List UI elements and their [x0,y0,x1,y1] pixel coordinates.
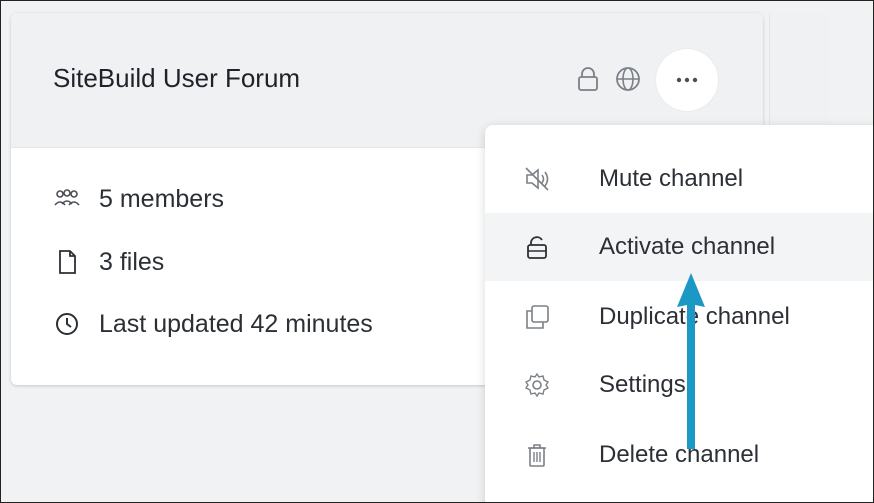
members-icon [54,189,80,206]
unlock-icon [527,236,547,259]
lock-icon [578,67,598,91]
app-frame: SiteBuild User Forum 5 members 3 files L… [0,0,874,503]
menu-item-label: Activate channel [599,233,776,260]
mute-icon [525,167,549,191]
gear-icon [524,372,550,398]
channel-title: SiteBuild User Forum [53,63,301,93]
files-count: 3 files [99,248,165,276]
clock-icon [56,313,78,335]
menu-item-mute-channel[interactable]: Mute channel [485,145,873,213]
duplicate-icon [526,305,549,329]
file-icon [59,250,76,274]
more-dots-icon [676,77,698,83]
last-updated: Last updated 42 minutes [99,310,373,338]
members-count: 5 members [99,185,225,213]
annotation-arrow [677,273,705,449]
trash-icon [528,444,546,467]
globe-icon [616,67,640,91]
menu-item-label: Mute channel [599,165,744,192]
more-options-button[interactable] [656,49,718,111]
